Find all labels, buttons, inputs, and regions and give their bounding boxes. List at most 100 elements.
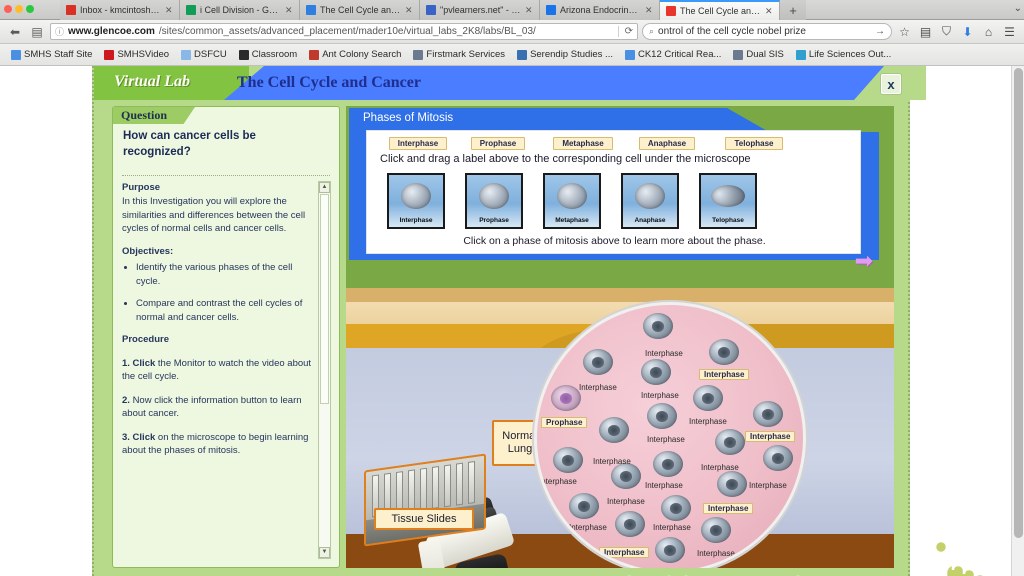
tissue-slide-8[interactable] [468,460,475,504]
tissue-slide-3[interactable] [408,469,415,513]
microview-dropped-label-1[interactable]: Interphase [699,369,750,380]
browser-tab-5[interactable]: The Cell Cycle and Ca... ✕ [660,0,780,20]
page-scrollbar[interactable] [1011,66,1024,576]
microview-cell-7[interactable] [753,401,783,427]
microview-dropped-label-0[interactable]: Prophase [541,417,588,428]
microview-cell-17[interactable] [615,511,645,537]
site-info-icon[interactable]: ⓘ [55,25,64,38]
question-scrollbar[interactable]: ▲ ▼ [318,181,331,559]
search-go-icon[interactable]: → [875,26,885,37]
phase-thumbnail-prophase[interactable]: Prophase [465,173,523,229]
draggable-label-interphase[interactable]: Interphase [389,137,447,150]
microview-cell-8[interactable] [599,417,629,443]
microview-dropped-label-2[interactable]: Interphase [745,431,796,442]
download-arrow-icon[interactable]: ⬇ [959,25,976,39]
next-arrow-icon[interactable]: ➡ [855,250,873,272]
search-input-value[interactable]: ontrol of the cell cycle nobel prize [658,26,806,37]
bookmark-item-5[interactable]: Firstmark Services [408,48,510,61]
bookmark-item-3[interactable]: Classroom [234,48,302,61]
pocket-icon[interactable]: ▤ [917,25,934,39]
phase-thumbnail-telophase[interactable]: Telophase [699,173,757,229]
scroll-up-icon[interactable]: ▲ [319,182,330,193]
microview-cell-9[interactable] [715,429,745,455]
bookmark-label: Firstmark Services [426,49,506,60]
bookmark-item-4[interactable]: Ant Colony Search [304,48,406,61]
microview-cell-2[interactable] [583,349,613,375]
bookmark-item-1[interactable]: SMHSVideo [99,48,174,61]
microview-cell-18[interactable] [701,517,731,543]
bookmark-item-0[interactable]: SMHS Staff Site [6,48,97,61]
close-window-button[interactable] [4,5,12,13]
home-icon[interactable]: ⌂ [980,25,997,39]
cell-image [635,182,665,209]
browser-tab-3[interactable]: "pvlearners.net" - Cal... ✕ [420,0,540,20]
microview-cell-14[interactable] [717,471,747,497]
microview-dropped-label-4[interactable]: Interphase [599,547,650,558]
microview-cell-15[interactable] [569,493,599,519]
tissue-slide-4[interactable] [420,467,427,511]
draggable-label-prophase[interactable]: Prophase [471,137,525,150]
microscope-view-circle[interactable]: Interphase Interphase Interphase Interphase… [534,302,806,568]
bookmark-item-7[interactable]: CK12 Critical Rea... [620,48,726,61]
draggable-label-metaphase[interactable]: Metaphase [553,137,613,150]
microview-cell-13[interactable] [611,463,641,489]
list-all-tabs-icon[interactable]: ⌄ [1014,3,1022,14]
microview-cell-0[interactable] [643,313,673,339]
draggable-label-telophase[interactable]: Telophase [725,137,783,150]
microview-cell-1[interactable] [709,339,739,365]
cell-image [401,182,431,209]
tab-close-icon[interactable]: ✕ [165,5,173,16]
reload-icon[interactable]: ⟳ [617,26,633,37]
maximize-window-button[interactable] [26,5,34,13]
tab-close-icon[interactable]: ✕ [525,5,533,16]
bookmark-item-2[interactable]: DSFCU [176,48,232,61]
address-bar[interactable]: ⓘ www.glencoe.com/sites/common_assets/ad… [50,23,638,40]
shield-icon[interactable]: ⛉ [938,24,955,39]
scroll-down-icon[interactable]: ▼ [319,547,330,558]
microview-cell-11[interactable] [763,445,793,471]
microview-dropped-label-3[interactable]: Interphase [703,503,754,514]
new-tab-button[interactable]: + [780,0,806,20]
star-icon[interactable]: ☆ [896,25,913,39]
tissue-slide-6[interactable] [444,464,451,508]
tissue-slide-7[interactable] [456,462,463,506]
phase-thumbnail-interphase[interactable]: Interphase [387,173,445,229]
browser-tab-0[interactable]: Inbox - kmcintosh@p... ✕ [60,0,180,20]
globe-icon [733,49,744,60]
microview-cell-5[interactable] [693,385,723,411]
question-tab-label: Question [121,108,168,122]
microview-cell-4[interactable] [551,385,581,411]
browser-tab-1[interactable]: i Cell Division - Goog... ✕ [180,0,300,20]
tissue-slides-label[interactable]: Tissue Slides [374,508,474,530]
browser-tab-4[interactable]: Arizona Endocrinolog... ✕ [540,0,660,20]
microview-cell-16[interactable] [661,495,691,521]
phase-thumbnail-metaphase[interactable]: Metaphase [543,173,601,229]
microview-cell-3[interactable] [641,359,671,385]
bookmark-item-6[interactable]: Serendip Studies ... [512,48,618,61]
back-arrow-icon[interactable]: ⬅ [6,25,24,39]
bookmark-item-8[interactable]: Dual SIS [728,48,789,61]
window-controls[interactable] [4,5,34,13]
bookmark-item-9[interactable]: Life Sciences Out... [791,48,896,61]
microview-cell-10[interactable] [553,447,583,473]
page-scrollbar-thumb[interactable] [1014,68,1023,538]
phase-thumbnail-anaphase[interactable]: Anaphase [621,173,679,229]
tab-close-icon[interactable]: ✕ [765,6,773,17]
browser-tab-2[interactable]: The Cell Cycle and Ca... ✕ [300,0,420,20]
close-icon[interactable]: x [881,74,901,94]
tab-close-icon[interactable]: ✕ [645,5,653,16]
minimize-window-button[interactable] [15,5,23,13]
question-scrollbar-thumb[interactable] [320,194,329,404]
microview-cell-12[interactable] [653,451,683,477]
tab-close-icon[interactable]: ✕ [285,5,293,16]
question-tab: Question [113,107,195,124]
microview-cell-6[interactable] [647,403,677,429]
draggable-label-anaphase[interactable]: Anaphase [639,137,695,150]
procedure-step-2: 3. Click on the microscope to begin lear… [122,431,318,458]
tab-close-icon[interactable]: ✕ [405,5,413,16]
tissue-slide-5[interactable] [432,466,439,510]
microview-cell-19[interactable] [655,537,685,563]
reader-view-icon[interactable]: ▤ [28,25,46,39]
hamburger-menu-icon[interactable]: ☰ [1001,25,1018,39]
search-bar[interactable]: ⌕ ontrol of the cell cycle nobel prize → [642,23,892,40]
